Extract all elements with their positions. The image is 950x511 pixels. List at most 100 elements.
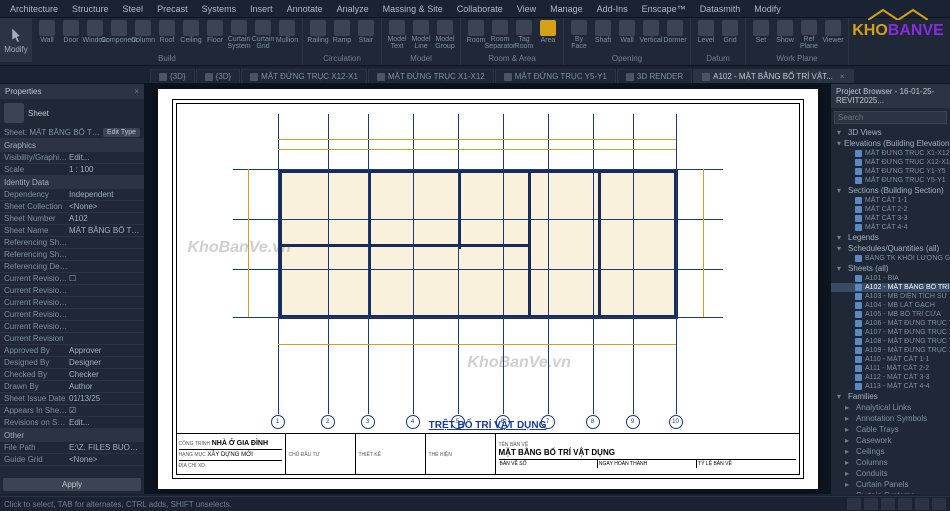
- property-row[interactable]: Referencing Sheet Coll...: [0, 237, 144, 249]
- tree-item[interactable]: BẢNG TK KHỐI LƯỢNG GẠCH: [831, 254, 950, 263]
- browser-search-input[interactable]: [834, 111, 947, 124]
- tree-toggle-icon[interactable]: ▸: [845, 469, 853, 478]
- tree-item[interactable]: A113 - MẶT CẮT 4-4: [831, 382, 950, 391]
- property-row[interactable]: Current Revision Descri...: [0, 321, 144, 333]
- menu-analyze[interactable]: Analyze: [331, 2, 375, 16]
- property-row[interactable]: Sheet NumberA102: [0, 213, 144, 225]
- status-tool-icon[interactable]: [915, 498, 929, 510]
- menu-massing-site[interactable]: Massing & Site: [377, 2, 449, 16]
- tree-toggle-icon[interactable]: ▾: [837, 233, 845, 242]
- menu-modify[interactable]: Modify: [748, 2, 787, 16]
- ribbon-tool-roof[interactable]: Roof: [156, 20, 178, 50]
- tree-item[interactable]: A102 - MẶT BẰNG BỐ TRÍ VẬT...: [831, 283, 950, 292]
- document-tab[interactable]: MẶT ĐỨNG TRỤC X12-X1: [241, 69, 367, 83]
- menu-view[interactable]: View: [511, 2, 542, 16]
- tree-item[interactable]: ▾Elevations (Building Elevation): [831, 138, 950, 149]
- menu-architecture[interactable]: Architecture: [4, 2, 64, 16]
- property-row[interactable]: Sheet NameMẶT BẰNG BỐ TRÍ VẬT ...: [0, 225, 144, 237]
- tree-item[interactable]: ▸Ceilings: [831, 446, 950, 457]
- menu-addins[interactable]: Add-Ins: [591, 2, 634, 16]
- tree-item[interactable]: MẶT ĐỨNG TRỤC Y5-Y1: [831, 176, 950, 185]
- tree-toggle-icon[interactable]: ▾: [837, 392, 845, 401]
- property-row[interactable]: Current Revision Issued☐: [0, 273, 144, 285]
- tree-item[interactable]: MẶT CẮT 1-1: [831, 196, 950, 205]
- properties-type-selector[interactable]: Sheet: [0, 99, 144, 127]
- tree-toggle-icon[interactable]: ▾: [837, 244, 845, 253]
- tree-item[interactable]: A101 - BÌA: [831, 274, 950, 283]
- tree-item[interactable]: ▸Conduits: [831, 468, 950, 479]
- property-row[interactable]: Approved ByApprover: [0, 345, 144, 357]
- tree-toggle-icon[interactable]: ▾: [837, 186, 845, 195]
- property-value[interactable]: E:\Z. FILES BUON BANH\B...: [69, 443, 140, 452]
- tree-item[interactable]: ▸Curtain Systems: [831, 490, 950, 494]
- drawing-canvas[interactable]: KhoBanVe.vn KhoBanVe.vn: [145, 84, 830, 494]
- ribbon-tool-grid[interactable]: Grid: [719, 20, 741, 50]
- tree-item[interactable]: ▾3D Views: [831, 127, 950, 138]
- tree-toggle-icon[interactable]: ▸: [845, 480, 853, 489]
- tree-item[interactable]: A103 - MB DIỆN TÍCH SỬ DỤNG: [831, 292, 950, 301]
- property-row[interactable]: Checked ByChecker: [0, 369, 144, 381]
- property-row[interactable]: Appears In Sheet List☑: [0, 405, 144, 417]
- ribbon-tool-dormer[interactable]: Dormer: [664, 20, 686, 50]
- property-value[interactable]: Checker: [69, 370, 140, 379]
- tree-item[interactable]: ▾Sheets (all): [831, 263, 950, 274]
- ribbon-tool-model-line[interactable]: Model Line: [410, 20, 432, 50]
- property-value[interactable]: Edit...: [69, 153, 140, 162]
- document-tab[interactable]: {3D}: [196, 69, 241, 83]
- tree-toggle-icon[interactable]: ▸: [845, 403, 853, 412]
- tree-item[interactable]: ▸Analytical Links: [831, 402, 950, 413]
- tree-item[interactable]: A112 - MẶT CẮT 3-3: [831, 373, 950, 382]
- tree-item[interactable]: ▸Cable Trays: [831, 424, 950, 435]
- property-row[interactable]: Current Revision: [0, 333, 144, 345]
- ribbon-tool-wall[interactable]: Wall: [616, 20, 638, 50]
- tree-toggle-icon[interactable]: ▸: [845, 458, 853, 467]
- property-row[interactable]: Guide Grid<None>: [0, 454, 144, 466]
- tree-item[interactable]: A111 - MẶT CẮT 2-2: [831, 364, 950, 373]
- property-value[interactable]: Independent: [69, 190, 140, 199]
- tree-item[interactable]: A104 - MB LÁT GẠCH: [831, 301, 950, 310]
- document-tab[interactable]: A102 - MẶT BẰNG BỐ TRÍ VẬT...×: [693, 69, 853, 83]
- tree-item[interactable]: ▾Legends: [831, 232, 950, 243]
- ribbon-tool-vertical[interactable]: Vertical: [640, 20, 662, 50]
- tree-toggle-icon[interactable]: ▸: [845, 425, 853, 434]
- tree-item[interactable]: MẶT ĐỨNG TRỤC X1-X12: [831, 149, 950, 158]
- tree-item[interactable]: A108 - MẶT ĐỨNG TRỤC Y5-Y1: [831, 337, 950, 346]
- ribbon-tool-tag-room[interactable]: Tag Room: [513, 20, 535, 50]
- ribbon-tool-floor[interactable]: Floor: [204, 20, 226, 50]
- document-tab[interactable]: {3D}: [150, 69, 195, 83]
- status-tool-icon[interactable]: [847, 498, 861, 510]
- ribbon-tool-window[interactable]: Window: [84, 20, 106, 50]
- tree-item[interactable]: ▸Casework: [831, 435, 950, 446]
- ribbon-tool-ramp[interactable]: Ramp: [331, 20, 353, 50]
- ribbon-tool-wall[interactable]: Wall: [36, 20, 58, 50]
- modify-button[interactable]: Modify: [0, 18, 32, 62]
- property-value[interactable]: 1 : 100: [69, 165, 140, 174]
- ribbon-tool-viewer[interactable]: Viewer: [822, 20, 844, 50]
- ribbon-tool-mullion[interactable]: Mullion: [276, 20, 298, 50]
- menu-datasmith[interactable]: Datasmith: [694, 2, 747, 16]
- property-row[interactable]: Referencing Sheet: [0, 249, 144, 261]
- property-value[interactable]: ☑: [69, 406, 140, 415]
- document-tab[interactable]: 3D RENDER: [617, 69, 692, 83]
- status-tool-icon[interactable]: [932, 498, 946, 510]
- tree-item[interactable]: ▾Schedules/Quantities (all): [831, 243, 950, 254]
- property-value[interactable]: Author: [69, 382, 140, 391]
- ribbon-tool-room-separator[interactable]: Room Separator: [489, 20, 511, 50]
- menu-collaborate[interactable]: Collaborate: [451, 2, 509, 16]
- edit-type-button[interactable]: Edit Type: [103, 128, 140, 137]
- tree-item[interactable]: ▸Columns: [831, 457, 950, 468]
- ribbon-tool-area[interactable]: Area: [537, 20, 559, 50]
- property-row[interactable]: Scale1 : 100: [0, 164, 144, 176]
- property-value[interactable]: [69, 286, 140, 295]
- property-value[interactable]: [69, 322, 140, 331]
- property-value[interactable]: ☐: [69, 274, 140, 283]
- property-value[interactable]: [69, 310, 140, 319]
- ribbon-tool-ceiling[interactable]: Ceiling: [180, 20, 202, 50]
- properties-close-icon[interactable]: ×: [134, 87, 139, 96]
- tree-item[interactable]: MẶT CẮT 2-2: [831, 205, 950, 214]
- apply-button[interactable]: Apply: [3, 478, 141, 491]
- tree-toggle-icon[interactable]: ▸: [845, 414, 853, 423]
- tree-item[interactable]: ▾Sections (Building Section): [831, 185, 950, 196]
- tree-item[interactable]: ▾Families: [831, 391, 950, 402]
- tree-item[interactable]: A106 - MẶT ĐỨNG TRỤC Y1-Y5: [831, 319, 950, 328]
